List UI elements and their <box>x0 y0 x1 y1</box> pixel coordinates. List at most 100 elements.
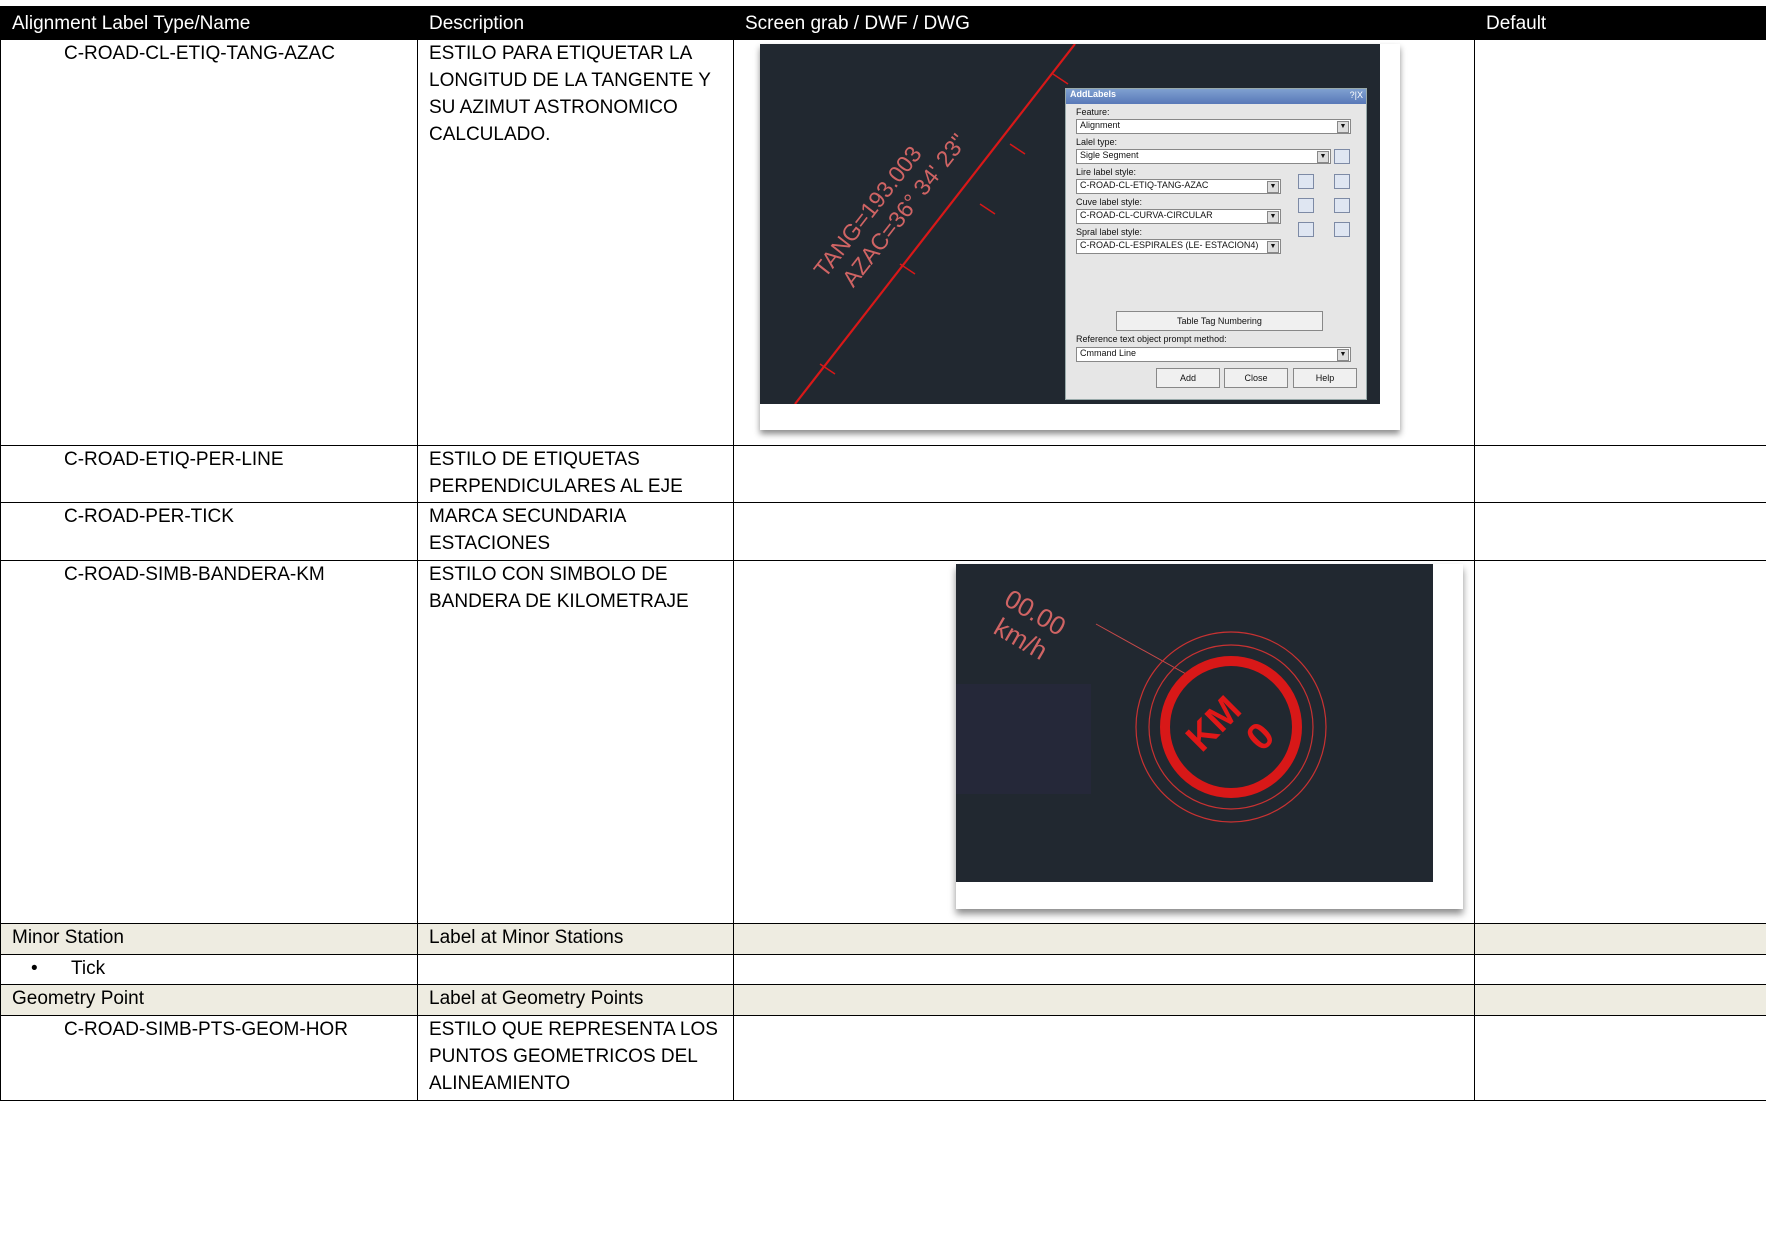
spiral-style-select[interactable]: C-ROAD-CL-ESPIRALES (LE- ESTACION4) ▼ <box>1076 239 1281 254</box>
km-text: KM <box>1178 688 1249 759</box>
tick-mark <box>1052 73 1069 85</box>
leader-line <box>1095 623 1187 675</box>
chevron-down-icon[interactable]: ▼ <box>1337 121 1349 133</box>
speed-label: 00.00 km/h <box>989 583 1071 666</box>
default-cell <box>1474 954 1766 985</box>
table-row: Minor Station Label at Minor Stations <box>0 923 1766 955</box>
default-cell <box>1474 445 1766 503</box>
header-default: Default <box>1474 6 1766 40</box>
cad-viewport: 00.00 km/h KM 0 <box>956 564 1433 882</box>
close-button[interactable]: Close <box>1224 368 1288 388</box>
header-screen-grab: Screen grab / DWF / DWG <box>733 6 1475 40</box>
chevron-down-icon[interactable]: ▼ <box>1267 181 1279 193</box>
table-row: C-ROAD-SIMB-PTS-GEOM-HOR ESTILO QUE REPR… <box>0 1015 1766 1101</box>
screen-grab-cell <box>733 923 1475 955</box>
km-marker: KM 0 <box>1178 688 1283 759</box>
screen-grab-cell <box>733 984 1475 1016</box>
help-button[interactable]: Help <box>1293 368 1357 388</box>
ref-prompt-select[interactable]: Cmmand Line ▼ <box>1076 347 1351 362</box>
tick-mark <box>1009 143 1026 155</box>
label-type-select[interactable]: Sigle Segment ▼ <box>1076 149 1331 164</box>
row-description: Label at Minor Stations <box>417 923 734 955</box>
cad-viewport: TANG=193.003 AZAC=36° 34' 23" AddLabels … <box>760 44 1380 404</box>
default-cell <box>1474 923 1766 955</box>
table-row: Geometry Point Label at Geometry Points <box>0 984 1766 1016</box>
label-type-value: Sigle Segment <box>1080 150 1139 160</box>
row-name: C-ROAD-SIMB-PTS-GEOM-HOR <box>0 1015 418 1101</box>
table-tag-numbering-button[interactable]: Table Tag Numbering <box>1116 311 1323 331</box>
spiral-style-edit-icon[interactable] <box>1298 222 1314 237</box>
default-cell <box>1474 1015 1766 1101</box>
tangent-label: TANG=193.003 AZAC=36° 34' 23" <box>808 129 971 292</box>
spiral-style-pick-icon[interactable] <box>1334 222 1350 237</box>
label-type-pick-icon[interactable] <box>1334 149 1350 164</box>
screen-grab-cell <box>733 1015 1475 1101</box>
table-row: C-ROAD-ETIQ-PER-LINE ESTILO DE ETIQUETAS… <box>0 445 1766 503</box>
dialog-window-controls[interactable]: ?|X <box>1350 90 1363 101</box>
tick-mark <box>899 263 916 275</box>
table-row: C-ROAD-PER-TICK MARCA SECUNDARIA ESTACIO… <box>0 502 1766 561</box>
row-description: ESTILO PARA ETIQUETAR LA LONGITUD DE LA … <box>417 39 734 446</box>
row-description: Label at Geometry Points <box>417 984 734 1016</box>
alignment-line <box>794 44 1076 404</box>
default-cell <box>1474 502 1766 561</box>
chevron-down-icon[interactable]: ▼ <box>1337 349 1349 361</box>
row-description: ESTILO CON SIMBOLO DE BANDERA DE KILOMET… <box>417 560 734 924</box>
feature-value: Alignment <box>1080 120 1121 130</box>
screen-grab-cell: 00.00 km/h KM 0 <box>733 560 1475 924</box>
cad-drawing: 00.00 km/h KM 0 <box>956 583 1327 823</box>
default-cell <box>1474 560 1766 924</box>
feature-select[interactable]: Alignment ▼ <box>1076 119 1351 134</box>
spiral-style-value: C-ROAD-CL-ESPIRALES (LE- ESTACION4) <box>1080 240 1259 250</box>
curve-style-select[interactable]: C-ROAD-CL-CURVA-CIRCULAR ▼ <box>1076 209 1281 224</box>
curve-style-edit-icon[interactable] <box>1298 198 1314 213</box>
row-description: ESTILO QUE REPRESENTA LOS PUNTOS GEOMETR… <box>417 1015 734 1101</box>
default-cell <box>1474 984 1766 1016</box>
row-description: ESTILO DE ETIQUETAS PERPENDICULARES AL E… <box>417 445 734 503</box>
chevron-down-icon[interactable]: ▼ <box>1317 151 1329 163</box>
curve-style-label: Cuve label style: <box>1076 197 1143 207</box>
row-name-text: Tick <box>71 958 106 979</box>
bullet-icon: • <box>31 958 38 979</box>
row-description: MARCA SECUNDARIA ESTACIONES <box>417 502 734 561</box>
add-labels-dialog: AddLabels ?|X Feature: Alignment ▼ Lalel … <box>1065 88 1367 400</box>
add-button[interactable]: Add <box>1156 368 1220 388</box>
label-style-table: Alignment Label Type/Name Description Sc… <box>0 6 1766 1101</box>
line-style-edit-icon[interactable] <box>1298 174 1314 189</box>
row-name: Minor Station <box>0 923 418 955</box>
curve-style-value: C-ROAD-CL-CURVA-CIRCULAR <box>1080 210 1213 220</box>
screen-grab-cell <box>733 954 1475 985</box>
header-name: Alignment Label Type/Name <box>0 6 418 40</box>
row-name: C-ROAD-PER-TICK <box>0 502 418 561</box>
screen-grab-cell <box>733 445 1475 503</box>
table-row: • Tick <box>0 954 1766 985</box>
line-style-select[interactable]: C-ROAD-CL-ETIQ-TANG-AZAC ▼ <box>1076 179 1281 194</box>
row-name: • Tick <box>0 954 418 985</box>
chevron-down-icon[interactable]: ▼ <box>1267 241 1279 253</box>
header-row: Alignment Label Type/Name Description Sc… <box>0 6 1766 40</box>
chevron-down-icon[interactable]: ▼ <box>1267 211 1279 223</box>
tick-mark <box>979 203 996 215</box>
row-description <box>417 954 734 985</box>
dark-panel <box>956 684 1091 794</box>
screen-grab-cell <box>733 502 1475 561</box>
curve-style-pick-icon[interactable] <box>1334 198 1350 213</box>
row-name: Geometry Point <box>0 984 418 1016</box>
line-style-value: C-ROAD-CL-ETIQ-TANG-AZAC <box>1080 180 1209 190</box>
header-description: Description <box>417 6 734 40</box>
cad-screenshot-km-flag: 00.00 km/h KM 0 <box>745 561 1474 923</box>
dialog-title: AddLabels <box>1066 89 1366 104</box>
feature-label: Feature: <box>1076 107 1110 117</box>
row-name: C-ROAD-SIMB-BANDERA-KM <box>0 560 418 924</box>
screen-grab-cell: TANG=193.003 AZAC=36° 34' 23" AddLabels … <box>733 39 1475 446</box>
row-name: C-ROAD-CL-ETIQ-TANG-AZAC <box>0 39 418 446</box>
default-cell <box>1474 39 1766 446</box>
ref-prompt-label: Reference text object prompt method: <box>1076 334 1227 344</box>
spiral-style-label: Spral label style: <box>1076 227 1143 237</box>
line-style-pick-icon[interactable] <box>1334 174 1350 189</box>
line-style-label: Lire label style: <box>1076 167 1137 177</box>
table-row: C-ROAD-SIMB-BANDERA-KM ESTILO CON SIMBOL… <box>0 560 1766 924</box>
label-type-label: Lalel type: <box>1076 137 1118 147</box>
table-row: C-ROAD-CL-ETIQ-TANG-AZAC ESTILO PARA ETI… <box>0 39 1766 446</box>
row-name: C-ROAD-ETIQ-PER-LINE <box>0 445 418 503</box>
